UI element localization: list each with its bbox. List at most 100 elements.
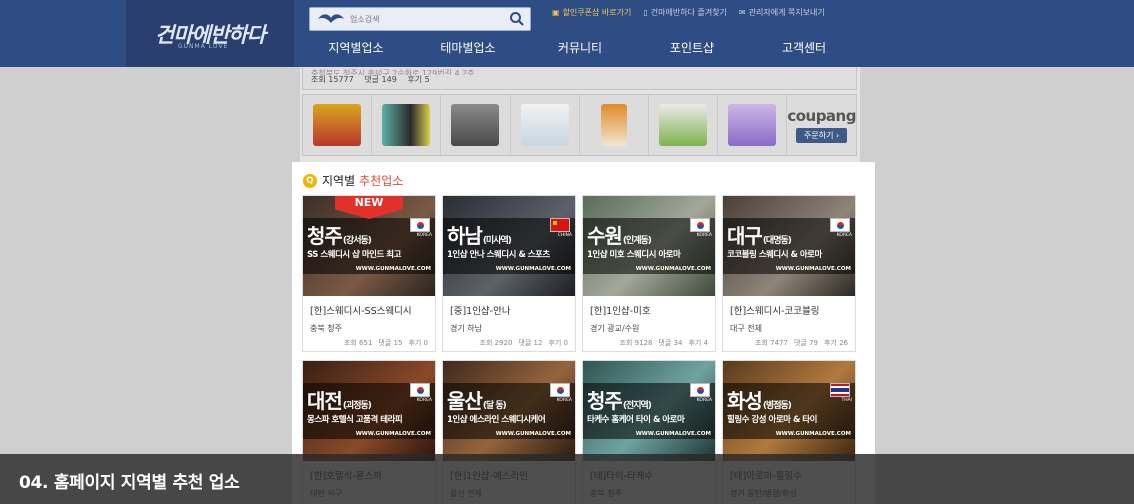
top-links: ▣ 할인쿠폰샵 바로가기 ▯ 건마에반하다 즐겨찾기 ✉ 관리자에게 쪽지보내기 (552, 7, 825, 18)
ad-product-6[interactable] (649, 95, 719, 155)
flag-label: KOREA (836, 233, 852, 238)
nav-community[interactable]: 커뮤니티 (524, 38, 636, 60)
ad-product-7[interactable] (718, 95, 788, 155)
store-name[interactable]: [한]스웨디시-코코블링 (730, 303, 848, 317)
store-reviews: 후기 0 (548, 339, 568, 347)
bookmark-icon: ▯ (643, 8, 648, 17)
ad-product-1[interactable] (303, 95, 373, 155)
listing-views: 조회 15777 (311, 75, 354, 84)
flag-icon (690, 218, 710, 232)
nav-theme[interactable]: 테마별업소 (412, 38, 524, 60)
store-name[interactable]: [중]1인샵-안나 (450, 303, 568, 317)
ad-banner[interactable]: coupang 주문하기 › (302, 94, 857, 156)
store-stats: 조회 9128 댓글 34 후기 4 (590, 338, 709, 348)
thumbnail-site: WWW.GUNMALOVE.COM (355, 431, 431, 437)
store-views: 조회 9128 (619, 339, 653, 347)
listing-reviews: 후기 5 (407, 75, 430, 84)
bookmark-link[interactable]: ▯ 건마에반하다 즐겨찾기 (643, 7, 727, 18)
store-thumbnail[interactable]: 청주(전지역) 타케수 홈케어 타이 & 아로마 WWW.GUNMALOVE.COM… (583, 361, 715, 461)
thumbnail-city: 청주(전지역) (587, 389, 652, 413)
store-stats: 조회 651 댓글 15 후기 0 (310, 338, 428, 348)
flag-label: KOREA (556, 398, 572, 403)
store-info: [한]스웨디시-SS스웨디시충북 청주조회 651 댓글 15 후기 0 (303, 296, 435, 348)
new-badge: NEW (335, 196, 403, 219)
search-icon (510, 12, 524, 26)
logo-subtext: GUNMA LOVE (178, 43, 229, 50)
mail-icon: ✉ (738, 8, 746, 17)
nav-region[interactable]: 지역별업소 (300, 38, 412, 60)
section-title-highlight: 추천업소 (359, 174, 404, 188)
thumbnail-city: 청주(강서동) (307, 224, 372, 248)
store-thumbnail[interactable]: 울산(달 동) 1인샵 에스라인 스웨디시케어 WWW.GUNMALOVE.COM K… (443, 361, 575, 461)
store-region: 충북 청주 (310, 324, 342, 333)
store-name[interactable]: [한]스웨디시-SS스웨디시 (310, 303, 428, 317)
store-region: 경기 하남 (450, 324, 482, 333)
flag-label: THAI (841, 398, 852, 403)
thumbnail-city: 수원(인계동) (587, 224, 652, 248)
store-views: 조회 651 (343, 339, 373, 347)
coupang-order-button[interactable]: 주문하기 › (796, 128, 848, 143)
store-comments: 댓글 12 (518, 339, 543, 347)
store-name[interactable]: [한]1인샵-미호 (590, 303, 708, 317)
store-card[interactable]: 대구(대명동) 코코블링 스웨디시 & 아로마 WWW.GUNMALOVE.COM K… (722, 195, 856, 352)
flag-icon (410, 218, 430, 232)
thumbnail-site: WWW.GUNMALOVE.COM (775, 431, 851, 437)
coupon-shop-link[interactable]: ▣ 할인쿠폰샵 바로가기 (552, 7, 631, 18)
message-admin-link[interactable]: ✉ 관리자에게 쪽지보내기 (739, 7, 825, 18)
store-thumbnail[interactable]: 수원(인계동) 1인샵 미호 스웨디시 아로마 WWW.GUNMALOVE.COM K… (583, 196, 715, 296)
store-thumbnail[interactable]: 화성(병점동) 힐링수 강성 아로마 & 타이 WWW.GUNMALOVE.COM T… (723, 361, 855, 461)
search-button[interactable] (509, 11, 525, 27)
thumbnail-site: WWW.GUNMALOVE.COM (495, 266, 571, 272)
flag-icon (550, 383, 570, 397)
store-card[interactable]: 청주(강서동) SS 스웨디시 샵 마인드 최고 WWW.GUNMALOVE.COM… (302, 195, 436, 352)
store-views: 조회 7477 (755, 339, 788, 347)
flag-icon (830, 218, 850, 232)
store-card[interactable]: 하남(미사역) 1인샵 안나 스웨디시 & 스포츠 WWW.GUNMALOVE.CO… (442, 195, 576, 352)
wing-logo-icon (318, 14, 344, 23)
thumbnail-site: WWW.GUNMALOVE.COM (635, 266, 711, 272)
thumbnail-tagline: 1인샵 미호 스웨디시 아로마 (587, 250, 681, 260)
store-stats: 조회 7477 댓글 79 후기 26 (730, 338, 848, 348)
store-thumbnail[interactable]: 청주(강서동) SS 스웨디시 샵 마인드 최고 WWW.GUNMALOVE.COM… (303, 196, 435, 296)
flag-icon (830, 383, 850, 397)
flag-icon (410, 383, 430, 397)
store-reviews: 후기 0 (408, 339, 428, 347)
nav-customer-center[interactable]: 고객센터 (748, 38, 860, 60)
gift-icon: ▣ (552, 8, 560, 17)
store-thumbnail[interactable]: 대전(괴정동) 몽스파 호텔식 고품격 테라피 WWW.GUNMALOVE.COM K… (303, 361, 435, 461)
flag-label: KOREA (696, 398, 712, 403)
caption-bar: 04. 홈페이지 지역별 추천 업소 (0, 454, 1134, 504)
store-thumbnail[interactable]: 하남(미사역) 1인샵 안나 스웨디시 & 스포츠 WWW.GUNMALOVE.CO… (443, 196, 575, 296)
thumbnail-tagline: 코코블링 스웨디시 & 아로마 (727, 250, 822, 260)
thumbnail-tagline: SS 스웨디시 샵 마인드 최고 (307, 250, 401, 260)
q-icon: Q (303, 173, 317, 188)
ad-coupang[interactable]: coupang 주문하기 › (787, 95, 856, 155)
recommended-panel: Q 지역별 추천업소 청주(강서동) SS 스웨디시 샵 마인드 최고 WWW.GU… (292, 162, 875, 504)
thumbnail-city: 하남(미사역) (447, 224, 512, 248)
ad-product-5[interactable] (580, 95, 649, 155)
store-region: 경기 광교/수원 (590, 324, 640, 333)
site-logo[interactable]: 건마에반하다 GUNMA LOVE (126, 0, 294, 67)
store-thumbnail[interactable]: 대구(대명동) 코코블링 스웨디시 & 아로마 WWW.GUNMALOVE.COM K… (723, 196, 855, 296)
store-info: [한]1인샵-미호경기 광교/수원조회 9128 댓글 34 후기 4 (583, 296, 715, 348)
nav-point-shop[interactable]: 포인트샵 (636, 38, 748, 60)
ad-product-3[interactable] (441, 95, 511, 155)
ad-product-2[interactable] (372, 95, 442, 155)
ad-product-4[interactable] (511, 95, 580, 155)
thumbnail-tagline: 타케수 홈케어 타이 & 아로마 (587, 415, 685, 425)
thumbnail-city: 대구(대명동) (727, 224, 792, 248)
listing-meta: 충청북도 청주시 흥덕구 2순환로 129번길 4 2층 조회 15777 댓글… (302, 64, 857, 90)
thumbnail-site: WWW.GUNMALOVE.COM (635, 431, 711, 437)
store-card[interactable]: 수원(인계동) 1인샵 미호 스웨디시 아로마 WWW.GUNMALOVE.COM K… (582, 195, 716, 352)
flag-label: CHINA (557, 233, 572, 238)
thumbnail-site: WWW.GUNMALOVE.COM (355, 266, 431, 272)
thumbnail-city: 화성(병점동) (727, 389, 792, 413)
flag-label: KOREA (416, 398, 432, 403)
thumbnail-city: 대전(괴정동) (307, 389, 372, 413)
site-header: 건마에반하다 GUNMA LOVE ▣할인쿠폰샵 바로가기 ▯건마에반하다 즐겨… (0, 0, 1134, 67)
section-title: Q 지역별 추천업소 (303, 172, 403, 189)
thumbnail-tagline: 1인샵 안나 스웨디시 & 스포츠 (447, 250, 550, 260)
listing-comments: 댓글 149 (364, 75, 397, 84)
thumbnail-tagline: 몽스파 호텔식 고품격 테라피 (307, 415, 403, 425)
search-input[interactable] (350, 11, 500, 27)
